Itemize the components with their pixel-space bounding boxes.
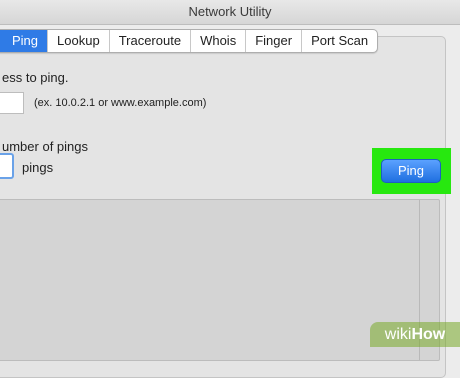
address-input[interactable] (0, 92, 24, 114)
address-prompt-label: ess to ping. (2, 70, 69, 85)
watermark-prefix: wiki (384, 326, 412, 343)
window-title-bar: Network Utility (0, 0, 460, 25)
tab-whois[interactable]: Whois (191, 30, 247, 52)
tab-finger[interactable]: Finger (246, 30, 303, 52)
tab-lookup[interactable]: Lookup (48, 30, 110, 52)
tab-port-scan[interactable]: Port Scan (302, 30, 377, 52)
tab-bar: Ping Lookup Traceroute Whois Finger Port… (0, 29, 379, 53)
count-prompt-label: umber of pings (2, 139, 88, 154)
ping-button[interactable]: Ping (381, 159, 441, 183)
tab-ping[interactable]: Ping (0, 30, 49, 52)
ping-count-input[interactable] (0, 153, 14, 179)
ping-count-unit: pings (22, 160, 54, 175)
window-title: Network Utility (188, 4, 272, 19)
watermark-suffix: How (411, 326, 446, 343)
wikihow-watermark: wikiHow (370, 322, 460, 347)
address-hint: (ex. 10.0.2.1 or www.example.com) (34, 97, 207, 109)
tab-traceroute[interactable]: Traceroute (110, 30, 192, 52)
